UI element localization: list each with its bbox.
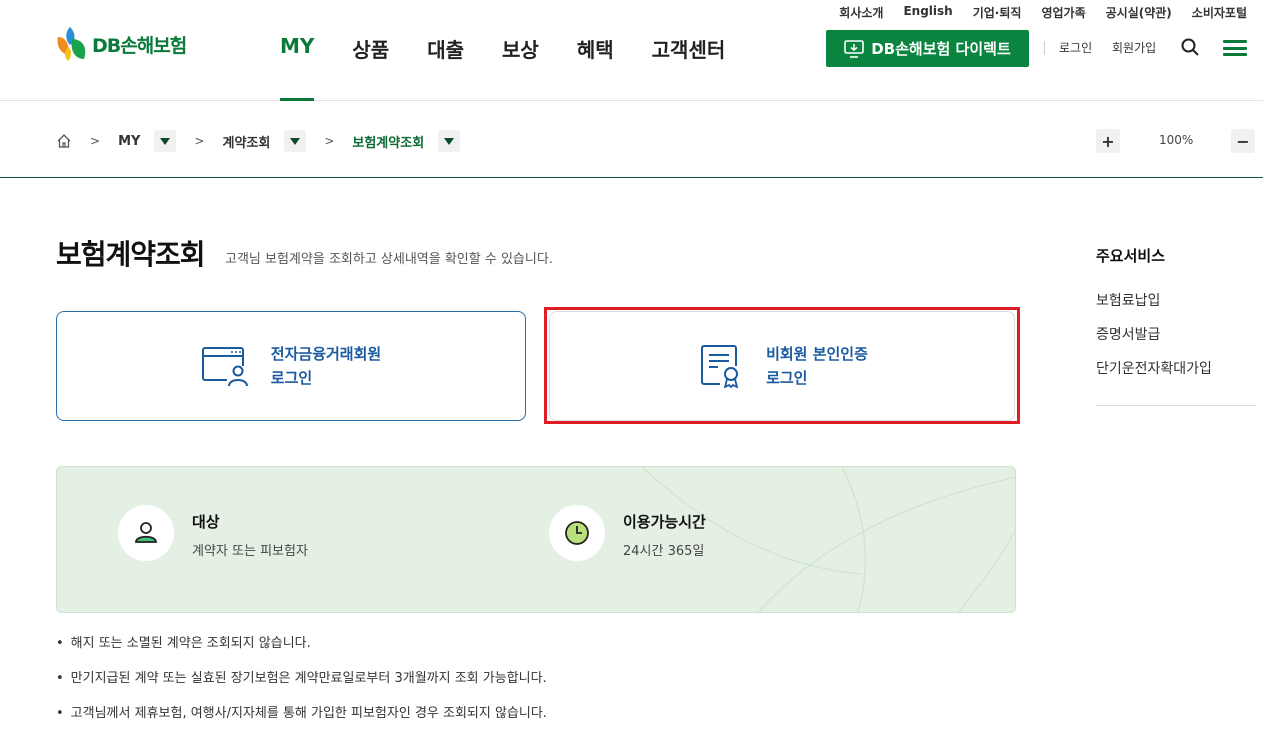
logo-mark-icon <box>56 25 88 63</box>
note-item: 만기지급된 계약 또는 실효된 장기보험은 계약만료일로부터 3개월까지 조회 … <box>56 667 547 686</box>
breadcrumb-separator-icon: > <box>90 134 101 148</box>
join-link[interactable]: 회원가입 <box>1112 39 1156 56</box>
main-nav: MY 상품 대출 보상 혜택 고객센터 <box>280 34 725 101</box>
nav-item-customer-center[interactable]: 고객센터 <box>652 34 726 101</box>
home-icon[interactable] <box>56 133 72 149</box>
breadcrumb-separator-icon: > <box>324 134 335 148</box>
note-item: 해지 또는 소멸된 계약은 조회되지 않습니다. <box>56 632 547 651</box>
side-divider <box>1096 405 1256 406</box>
monitor-icon <box>844 39 865 58</box>
nav-item-products[interactable]: 상품 <box>352 34 389 101</box>
util-link-company[interactable]: 회사소개 <box>839 4 883 21</box>
clock-icon <box>549 505 605 561</box>
info-target-title: 대상 <box>192 513 220 531</box>
util-link-corporate[interactable]: 기업·퇴직 <box>973 4 1022 21</box>
breadcrumb-item-current[interactable]: 보험계약조회 <box>352 132 424 151</box>
direct-button[interactable]: DB손해보험 다이렉트 <box>826 30 1029 67</box>
person-icon <box>118 505 174 561</box>
info-target-desc: 계약자 또는 피보험자 <box>192 544 308 559</box>
member-login-line2: 로그인 <box>270 369 313 387</box>
zoom-out-button[interactable]: − <box>1231 129 1255 153</box>
info-hours: 이용가능시간 24시간 365일 <box>549 505 706 561</box>
util-link-disclosure[interactable]: 공시실(약관) <box>1106 4 1172 21</box>
side-services-title: 주요서비스 <box>1096 247 1166 265</box>
nav-item-my[interactable]: MY <box>280 34 315 101</box>
logo-text: DB손해보험 <box>92 34 187 57</box>
info-target: 대상 계약자 또는 피보험자 <box>118 505 308 561</box>
page-title: 보험계약조회 <box>56 238 206 271</box>
hamburger-menu-icon[interactable] <box>1223 40 1247 56</box>
nav-item-claims[interactable]: 보상 <box>502 34 539 101</box>
zoom-in-button[interactable]: + <box>1096 129 1120 153</box>
breadcrumb-dropdown-contract[interactable] <box>284 130 307 152</box>
breadcrumb-item-my[interactable]: MY <box>118 134 140 149</box>
side-services-list: 보험료납입 증명서발급 단기운전자확대가입 <box>1096 290 1256 392</box>
zoom-level: 100% <box>1159 133 1194 147</box>
side-item-driver-expansion[interactable]: 단기운전자확대가입 <box>1096 358 1256 392</box>
header: 회사소개 English 기업·퇴직 영업가족 공시실(약관) 소비자포털 DB… <box>0 0 1263 101</box>
nav-item-benefits[interactable]: 혜택 <box>577 34 614 101</box>
highlight-box <box>544 307 1020 424</box>
breadcrumb-dropdown-my[interactable] <box>154 130 177 152</box>
member-login-line1: 전자금융거래회원 <box>270 345 382 363</box>
notes-list: 해지 또는 소멸된 계약은 조회되지 않습니다. 만기지급된 계약 또는 실효된… <box>56 632 547 731</box>
breadcrumb: > MY > 계약조회 > 보험계약조회 <box>56 129 478 153</box>
util-link-sales-family[interactable]: 영업가족 <box>1041 4 1085 21</box>
breadcrumb-bar: > MY > 계약조회 > 보험계약조회 + 100% − <box>0 101 1263 178</box>
member-login-card[interactable]: 전자금융거래회원 로그인 <box>56 311 526 421</box>
header-divider <box>1044 41 1045 55</box>
side-item-premium-payment[interactable]: 보험료납입 <box>1096 290 1256 324</box>
info-hours-desc: 24시간 365일 <box>623 544 705 559</box>
nav-item-loans[interactable]: 대출 <box>427 34 464 101</box>
note-item: 고객님께서 제휴보험, 여행사/지자체를 통해 가입한 피보험자인 경우 조회되… <box>56 702 547 721</box>
direct-button-label: DB손해보험 다이렉트 <box>871 40 1011 58</box>
member-computer-icon <box>201 347 249 388</box>
util-link-consumer-portal[interactable]: 소비자포털 <box>1192 4 1247 21</box>
breadcrumb-dropdown-current[interactable] <box>438 130 461 152</box>
info-box: 대상 계약자 또는 피보험자 이용가능시간 24시간 365일 <box>56 466 1016 613</box>
page-description: 고객님 보험계약을 조회하고 상세내역을 확인할 수 있습니다. <box>225 252 553 267</box>
breadcrumb-item-contract[interactable]: 계약조회 <box>222 132 270 151</box>
util-link-english[interactable]: English <box>903 4 952 21</box>
breadcrumb-separator-icon: > <box>194 134 205 148</box>
info-hours-title: 이용가능시간 <box>623 513 706 531</box>
utility-links: 회사소개 English 기업·퇴직 영업가족 공시실(약관) 소비자포털 <box>839 4 1247 21</box>
login-link[interactable]: 로그인 <box>1059 39 1092 56</box>
logo[interactable]: DB손해보험 <box>56 25 187 63</box>
search-icon[interactable] <box>1181 38 1199 56</box>
side-item-certificate[interactable]: 증명서발급 <box>1096 324 1256 358</box>
